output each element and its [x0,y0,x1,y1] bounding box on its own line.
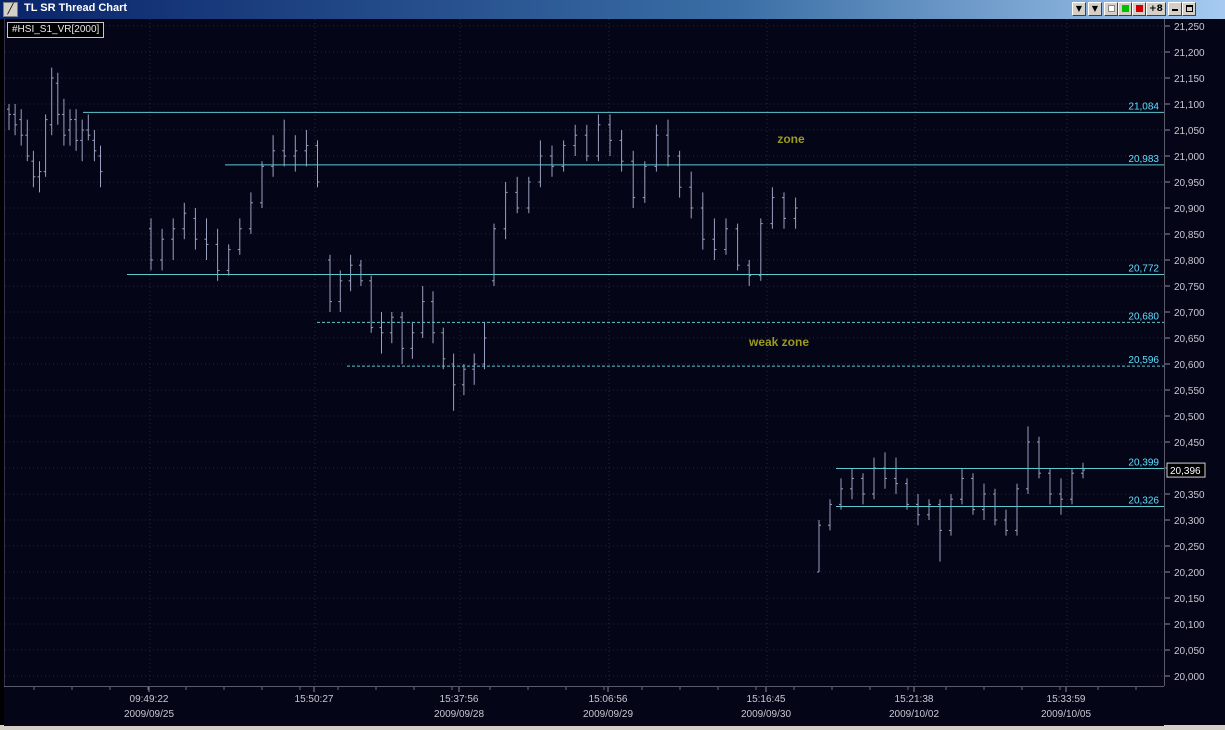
time-axis[interactable]: 09:49:22 2009/09/25 15:50:27 15:37:56 2009/0… [4,686,1164,726]
price-tick-label: 21,100 [1174,100,1205,111]
price-tick-label: 20,800 [1174,256,1205,267]
scroll-down-button[interactable]: ▼ [1088,2,1102,16]
date-label: 2009/10/05 [1041,709,1091,720]
price-tick-label: 20,150 [1174,594,1205,605]
minimize-button[interactable] [1168,2,1182,16]
price-tick-label: 20,200 [1174,568,1205,579]
sr-label: 20,983 [1128,154,1159,165]
time-label: 15:50:27 [295,694,334,705]
price-tick-label: 20,600 [1174,360,1205,371]
sr-label: 20,680 [1128,311,1159,322]
date-label: 2009/09/30 [741,709,791,720]
date-label: 2009/09/29 [583,709,633,720]
price-tick-label: 20,500 [1174,412,1205,423]
price-tick-label: 20,300 [1174,516,1205,527]
price-tick-label: 20,650 [1174,334,1205,345]
price-tick-label: 20,000 [1174,672,1205,683]
maximize-button[interactable] [1182,2,1196,16]
price-tick-label: 20,100 [1174,620,1205,631]
price-tick-label: 21,150 [1174,74,1205,85]
price-tick-label: 21,050 [1174,126,1205,137]
price-axis-labels: 21,250 21,200 21,150 21,100 21,050 21,000 20,9… [1165,22,1206,683]
price-tick-label: 20,350 [1174,490,1205,501]
time-label: 15:06:56 [589,694,628,705]
price-tick-label: 20,550 [1174,386,1205,397]
sr-label: 20,399 [1128,458,1159,469]
price-tick-label: 20,850 [1174,230,1205,241]
date-label: 2009/09/28 [434,709,484,720]
current-price-label: 20,396 [1170,466,1201,477]
price-tick-label: 20,250 [1174,542,1205,553]
price-tick-label: 20,900 [1174,204,1205,215]
sr-label: 20,326 [1128,495,1159,506]
date-label: 2009/09/25 [124,709,174,720]
red-status-button[interactable] [1132,2,1146,16]
title-bar[interactable]: ╱ TL SR Thread Chart ▼ ▼ +8 [0,0,1225,19]
zone-annotation: weak zone [748,335,809,349]
time-axis-labels: 09:49:22 2009/09/25 15:50:27 15:37:56 2009/0… [33,687,1137,720]
plus-eight-button[interactable]: +8 [1146,2,1166,16]
price-axis[interactable]: 21,250 21,200 21,150 21,100 21,050 21,000 20,9… [1164,19,1225,686]
chart-window: ╱ TL SR Thread Chart ▼ ▼ +8 21,084 20,983… [0,0,1225,726]
price-tick-label: 20,750 [1174,282,1205,293]
sr-label: 20,596 [1128,355,1159,366]
chart-app-icon: ╱ [3,2,18,17]
price-tick-label: 21,200 [1174,48,1205,59]
symbol-label[interactable]: #HSI_S1_VR[2000] [7,22,105,38]
dropdown-arrow-button[interactable]: ▼ [1072,2,1086,16]
time-label: 15:37:56 [440,694,479,705]
price-tick-label: 20,700 [1174,308,1205,319]
price-tick-label: 20,950 [1174,178,1205,189]
sr-label: 21,084 [1128,101,1159,112]
sr-label: 20,772 [1128,264,1159,275]
chart-plot-area[interactable]: 21,084 20,983 20,772 20,680 20,596 20,399 20,3… [4,19,1165,686]
green-status-button[interactable] [1118,2,1132,16]
price-tick-label: 21,000 [1174,152,1205,163]
window-title: TL SR Thread Chart [24,2,128,14]
price-tick-label: 21,250 [1174,22,1205,33]
price-chart: 21,084 20,983 20,772 20,680 20,596 20,399 20,3… [5,19,1165,686]
time-label: 09:49:22 [130,694,169,705]
price-tick-label: 20,450 [1174,438,1205,449]
axis-corner [1164,686,1225,725]
date-label: 2009/10/02 [889,709,939,720]
zone-annotation: zone [777,132,805,146]
time-label: 15:33:59 [1047,694,1086,705]
time-label: 15:16:45 [747,694,786,705]
price-tick-label: 20,050 [1174,646,1205,657]
white-square-button[interactable] [1104,2,1118,16]
time-label: 15:21:38 [895,694,934,705]
